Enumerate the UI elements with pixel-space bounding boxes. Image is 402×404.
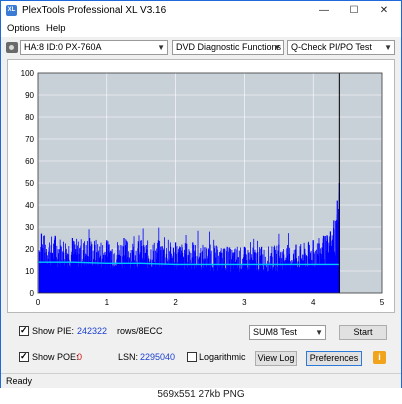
sum-test-select-value: SUM8 Test xyxy=(253,327,297,337)
pie-bar-peak xyxy=(261,246,263,293)
pie-bar-peak xyxy=(123,238,125,293)
y-tick-label: 70 xyxy=(25,135,34,144)
app-window: XL PlexTools Professional XL V3.16 — ☐ ✕… xyxy=(0,0,402,404)
pie-bar-peak xyxy=(333,220,335,293)
pie-bar-peak xyxy=(40,233,43,293)
function-select[interactable]: DVD Diagnostic Functions ▼ xyxy=(172,40,284,55)
logarithmic-checkbox[interactable] xyxy=(187,352,197,362)
show-poe-checkbox[interactable] xyxy=(19,351,29,362)
pie-bar-peak xyxy=(175,242,177,293)
maximize-button[interactable]: ☐ xyxy=(341,1,367,21)
y-tick-label: 40 xyxy=(25,201,34,210)
drive-select[interactable]: HA:8 ID:0 PX-760A ▼ xyxy=(20,40,168,55)
title-bar: XL PlexTools Professional XL V3.16 — ☐ ✕ xyxy=(1,1,401,21)
x-tick-label: 2 xyxy=(173,298,178,307)
y-tick-label: 0 xyxy=(30,289,35,298)
minimize-button[interactable]: — xyxy=(311,1,337,21)
logarithmic-label: Logarithmic xyxy=(199,352,246,362)
y-tick-label: 30 xyxy=(25,223,34,232)
pie-bar-peak xyxy=(329,231,331,293)
pie-bar-peak xyxy=(192,242,194,293)
chart-panel: 0 10 20 30 40 50 60 70 80 90 100 0 1 2 3 4 5 xyxy=(7,59,395,313)
lsn-label: LSN: xyxy=(118,352,139,362)
info-icon[interactable]: i xyxy=(373,351,386,364)
pie-bar-peak xyxy=(157,240,159,293)
pie-value: 242322 xyxy=(77,326,108,336)
show-pie-checkbox[interactable] xyxy=(19,325,29,336)
pie-bar-peak xyxy=(71,238,73,293)
show-poe-label: Show POE: xyxy=(32,352,79,362)
show-pie-label: Show PIE: xyxy=(32,326,75,336)
y-tick-label: 50 xyxy=(25,179,34,188)
pie-units: rows/8ECC xyxy=(117,326,163,336)
chevron-down-icon: ▼ xyxy=(384,43,392,52)
pie-bar-peak xyxy=(295,244,297,293)
function-select-value: DVD Diagnostic Functions xyxy=(176,42,282,52)
pie-bar-peak xyxy=(106,240,108,293)
drive-select-value: HA:8 ID:0 PX-760A xyxy=(24,42,102,52)
test-select[interactable]: Q-Check PI/PO Test ▼ xyxy=(287,40,395,55)
view-log-button[interactable]: View Log xyxy=(255,351,297,366)
image-caption: 569x551 27kb PNG xyxy=(157,389,245,400)
y-tick-label: 60 xyxy=(25,157,34,166)
pie-bar-peak xyxy=(54,235,56,293)
y-tick-label: 20 xyxy=(25,245,34,254)
chevron-down-icon: ▼ xyxy=(157,43,165,52)
image-caption-strip: 569x551 27kb PNG xyxy=(0,388,402,404)
x-tick-label: 5 xyxy=(380,298,385,307)
x-tick-label: 3 xyxy=(242,298,247,307)
y-tick-label: 10 xyxy=(25,267,34,276)
status-text: Ready xyxy=(6,376,33,386)
preferences-button[interactable]: Preferences xyxy=(306,351,362,366)
drive-icon xyxy=(6,42,18,53)
start-button[interactable]: Start xyxy=(339,325,387,340)
chevron-down-icon: ▼ xyxy=(273,43,281,52)
close-button[interactable]: ✕ xyxy=(371,1,397,21)
sum-test-select[interactable]: SUM8 Test ▼ xyxy=(249,325,326,340)
lsn-value: 2295040 xyxy=(140,352,176,362)
y-tick-label: 90 xyxy=(25,91,34,100)
menu-bar: Options Help xyxy=(1,21,401,37)
pie-bar-peak xyxy=(336,200,338,293)
x-tick-label: 4 xyxy=(311,298,316,307)
pie-bar-peak xyxy=(140,240,142,293)
window-title: PlexTools Professional XL V3.16 xyxy=(22,5,167,16)
chevron-down-icon: ▼ xyxy=(315,328,323,337)
x-tick-label: 0 xyxy=(36,298,41,307)
menu-help[interactable]: Help xyxy=(46,23,66,34)
x-tick-label: 1 xyxy=(105,298,110,307)
y-tick-label: 80 xyxy=(25,113,34,122)
menu-options[interactable]: Options xyxy=(7,23,40,34)
pie-bar-peak xyxy=(209,244,211,293)
poe-value: 0 xyxy=(77,352,83,362)
test-select-value: Q-Check PI/PO Test xyxy=(291,42,372,52)
y-tick-label: 100 xyxy=(21,69,35,78)
pie-bar-peak xyxy=(278,244,280,293)
pie-bar-peak xyxy=(226,246,228,293)
pi-po-chart: 0 10 20 30 40 50 60 70 80 90 100 0 1 2 3 4 5 xyxy=(21,69,385,307)
pie-bar-peak xyxy=(243,246,245,293)
pie-bar-peak xyxy=(89,238,91,293)
pie-bar-peak xyxy=(312,240,314,293)
app-logo-icon: XL xyxy=(6,5,17,16)
